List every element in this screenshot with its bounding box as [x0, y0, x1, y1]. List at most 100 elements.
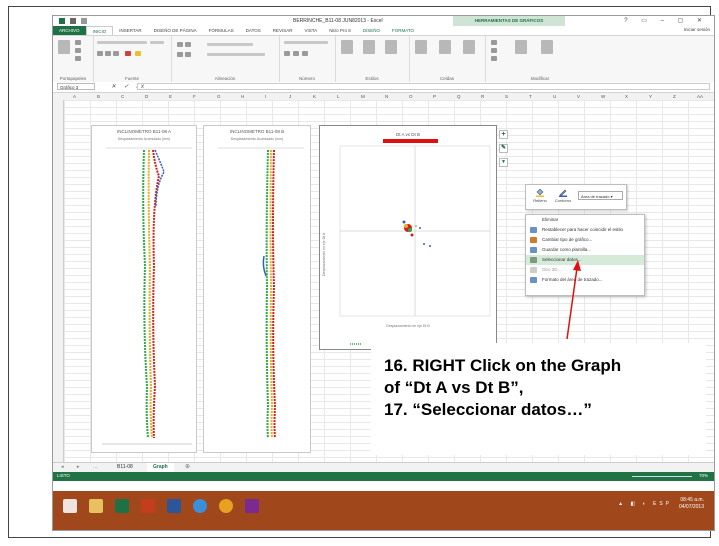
save-icon[interactable]	[70, 18, 76, 24]
tab-nitro[interactable]: Nitro Pro 8	[323, 26, 357, 35]
tab-diseno-pagina[interactable]: DISEÑO DE PÁGINA	[148, 26, 203, 35]
menu-item-select-data[interactable]: Seleccionar datos...	[526, 255, 644, 265]
fill-color-icon[interactable]	[135, 51, 141, 56]
column-header[interactable]: E	[169, 93, 172, 100]
column-header[interactable]: Q	[457, 93, 461, 100]
tab-inicio[interactable]: INICIO	[85, 25, 114, 36]
column-header[interactable]: V	[577, 93, 580, 100]
menu-item-reset-style[interactable]: Restablecer para hacer coincidir el esti…	[526, 225, 644, 235]
format-as-table-icon[interactable]	[363, 40, 375, 54]
cut-icon[interactable]	[75, 40, 81, 45]
excel-taskbar-icon[interactable]	[115, 499, 129, 513]
font-color-icon[interactable]	[125, 51, 131, 56]
clear-icon[interactable]	[491, 56, 497, 61]
menu-item-delete[interactable]: Eliminar	[526, 215, 644, 225]
column-header[interactable]: Y	[649, 93, 652, 100]
tab-archivo[interactable]: ARCHIVO	[53, 26, 86, 35]
paste-icon[interactable]	[58, 40, 70, 54]
column-header[interactable]: U	[553, 93, 556, 100]
chrome-icon[interactable]	[219, 499, 233, 513]
add-sheet-icon[interactable]: ⊕	[185, 463, 190, 470]
font-size-select[interactable]	[150, 41, 164, 44]
align-center-icon[interactable]	[185, 52, 191, 57]
format-cells-icon[interactable]	[463, 40, 475, 54]
chart-styles-brush-icon[interactable]: ✎	[499, 144, 508, 153]
format-painter-icon[interactable]	[75, 56, 81, 61]
menu-item-save-template[interactable]: Guardar como plantilla...	[526, 245, 644, 255]
tab-revisar[interactable]: REVISAR	[267, 26, 299, 35]
powerpoint-taskbar-icon[interactable]	[141, 499, 155, 513]
find-select-icon[interactable]	[541, 40, 553, 54]
autosum-icon[interactable]	[491, 40, 497, 45]
merge-center-button[interactable]	[207, 53, 265, 56]
column-header[interactable]: O	[409, 93, 413, 100]
zoom-level[interactable]: 70%	[699, 473, 708, 478]
column-header[interactable]: F	[193, 93, 196, 100]
system-tray[interactable]: ▲ ◧ ◐ ESP	[618, 501, 672, 507]
column-header[interactable]: J	[289, 93, 291, 100]
chart-inclinometer-b[interactable]: INCLINOMETRO B11-08 B Desplazamiento Acu…	[203, 125, 311, 453]
bold-icon[interactable]	[97, 51, 103, 56]
window-controls[interactable]: ? ▭ – ▢ ✕	[624, 17, 708, 24]
column-header[interactable]: B	[97, 93, 100, 100]
column-header[interactable]: C	[121, 93, 124, 100]
column-header[interactable]: M	[361, 93, 365, 100]
chart-element-select[interactable]: Área de trazado ▾	[578, 191, 623, 200]
tab-diseno[interactable]: DISEÑO	[357, 26, 386, 35]
windows-start-icon[interactable]	[63, 499, 77, 513]
delete-cells-icon[interactable]	[439, 40, 451, 54]
file-explorer-icon[interactable]	[89, 499, 103, 513]
outline-button[interactable]: Contorno	[552, 188, 574, 203]
column-header[interactable]: S	[505, 93, 508, 100]
chart-dta-vs-dtb[interactable]: Dt A vs Dt B Desplazamiento en eje Dt B …	[319, 125, 497, 350]
column-header[interactable]: X	[625, 93, 628, 100]
taskbar-clock[interactable]: 08:45 a.m. 04/07/2013	[679, 497, 704, 511]
menu-item-format-plot-area[interactable]: Formato del área de trazado...	[526, 275, 644, 285]
column-header[interactable]: D	[145, 93, 148, 100]
tab-vista[interactable]: VISTA	[299, 26, 324, 35]
fill-button[interactable]: Relleno	[529, 188, 551, 203]
font-name-select[interactable]	[97, 41, 147, 44]
column-header[interactable]: K	[313, 93, 316, 100]
align-left-icon[interactable]	[177, 52, 183, 57]
percent-icon[interactable]	[293, 51, 299, 56]
chart-filter-icon[interactable]: ▼	[499, 158, 508, 167]
insert-cells-icon[interactable]	[415, 40, 427, 54]
underline-icon[interactable]	[113, 51, 119, 56]
undo-icon[interactable]	[81, 18, 87, 24]
chart-elements-button[interactable]: +	[499, 130, 508, 139]
sort-filter-icon[interactable]	[515, 40, 527, 54]
app-taskbar-icon[interactable]	[245, 499, 259, 513]
align-middle-icon[interactable]	[185, 42, 191, 47]
wrap-text-button[interactable]	[207, 43, 253, 46]
name-box[interactable]: Gráfico 3	[57, 83, 95, 90]
column-header[interactable]: Z	[673, 93, 676, 100]
zoom-slider[interactable]	[632, 476, 692, 477]
currency-icon[interactable]	[284, 51, 290, 56]
column-header[interactable]: N	[385, 93, 388, 100]
thousands-icon[interactable]	[302, 51, 308, 56]
tab-datos[interactable]: DATOS	[240, 26, 267, 35]
fill-icon[interactable]	[491, 48, 497, 53]
column-header[interactable]: L	[337, 93, 340, 100]
column-header[interactable]: T	[529, 93, 532, 100]
sheet-nav-arrows[interactable]: ◂ ▸ …	[61, 464, 104, 470]
word-taskbar-icon[interactable]	[167, 499, 181, 513]
cell-styles-icon[interactable]	[385, 40, 397, 54]
italic-icon[interactable]	[105, 51, 111, 56]
tab-formato[interactable]: FORMATO	[386, 26, 420, 35]
column-header[interactable]: AA	[697, 93, 703, 100]
align-top-icon[interactable]	[177, 42, 183, 47]
tab-formulas[interactable]: FÓRMULAS	[203, 26, 240, 35]
conditional-format-icon[interactable]	[341, 40, 353, 54]
column-header[interactable]: I	[265, 93, 266, 100]
copy-icon[interactable]	[75, 48, 81, 53]
column-header[interactable]: H	[241, 93, 244, 100]
number-format-select[interactable]	[284, 41, 328, 44]
column-header[interactable]: A	[73, 93, 76, 100]
column-header[interactable]: W	[601, 93, 605, 100]
column-header[interactable]: G	[217, 93, 221, 100]
chart-inclinometer-a[interactable]: INCLINOMETRO B11-08 A Desplazamiento Acu…	[91, 125, 197, 453]
menu-item-change-chart-type[interactable]: Cambiar tipo de gráfico...	[526, 235, 644, 245]
sign-in-link[interactable]: Iniciar sesión	[684, 27, 710, 32]
